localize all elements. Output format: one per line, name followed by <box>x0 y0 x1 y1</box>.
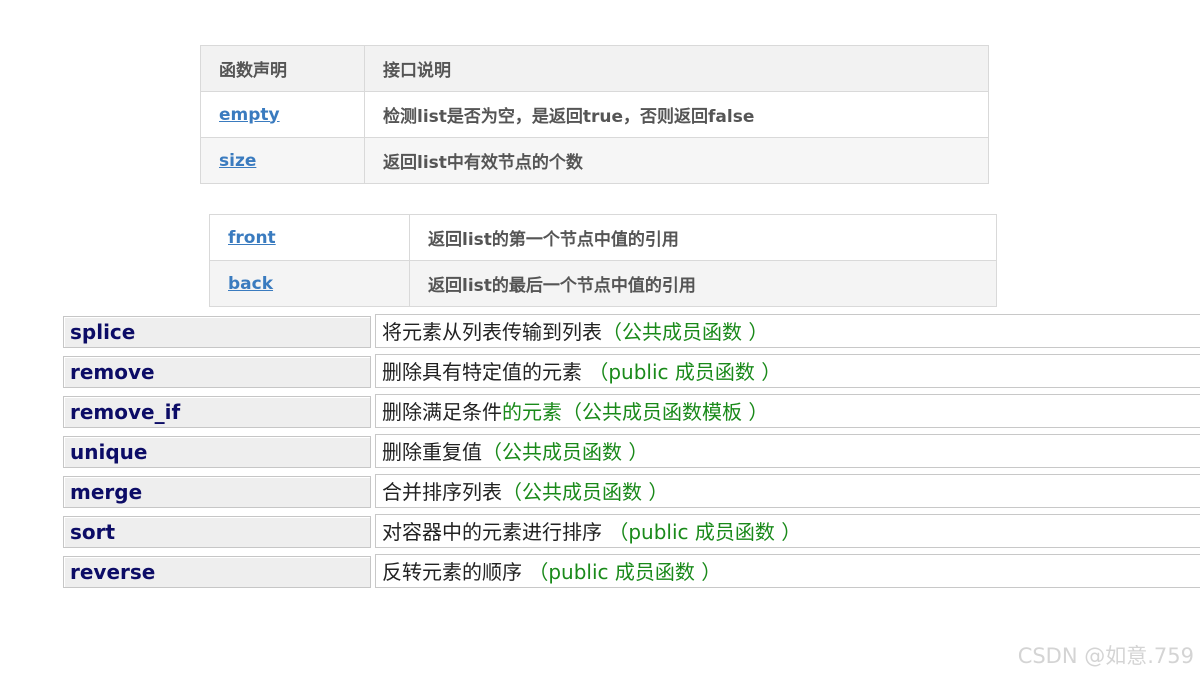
description-text: 将元素从列表传输到列表 <box>382 320 602 344</box>
description-text: 对容器中的元素进行排序 <box>382 520 609 544</box>
function-description: 返回list的最后一个节点中值的引用 <box>409 260 997 307</box>
function-description: 删除重复值（公共成员函数 ） <box>375 434 1200 468</box>
description-text: 合并排序列表 <box>382 480 502 504</box>
function-name-cell: empty <box>200 91 365 138</box>
description-text: 删除具有特定值的元素 <box>382 360 589 384</box>
function-name-merge[interactable]: merge <box>63 476 371 508</box>
function-name-remove-if[interactable]: remove_if <box>63 396 371 428</box>
function-name-sort[interactable]: sort <box>63 516 371 548</box>
table-row: empty 检测list是否为空，是返回true，否则返回false <box>200 91 989 138</box>
list-item: remove_if 删除满足条件的元素（公共成员函数模板 ） <box>63 392 1200 432</box>
list-item: splice 将元素从列表传输到列表（公共成员函数 ） <box>63 312 1200 352</box>
function-name-unique[interactable]: unique <box>63 436 371 468</box>
table-row: back 返回list的最后一个节点中值的引用 <box>209 260 997 307</box>
function-link-size[interactable]: size <box>219 151 256 171</box>
function-name-reverse[interactable]: reverse <box>63 556 371 588</box>
operations-list: splice 将元素从列表传输到列表（公共成员函数 ） remove 删除具有特… <box>63 312 1200 592</box>
table-row: front 返回list的第一个节点中值的引用 <box>209 214 997 261</box>
function-name-remove[interactable]: remove <box>63 356 371 388</box>
list-item: merge 合并排序列表（公共成员函数 ） <box>63 472 1200 512</box>
member-type-note: （public 成员函数 ） <box>588 360 782 384</box>
header-function-declaration: 函数声明 <box>200 45 365 92</box>
list-item: sort 对容器中的元素进行排序 （public 成员函数 ） <box>63 512 1200 552</box>
list-capacity-table: 函数声明 接口说明 empty 检测list是否为空，是返回true，否则返回f… <box>200 45 989 184</box>
function-description: 删除具有特定值的元素 （public 成员函数 ） <box>375 354 1200 388</box>
function-name-cell: back <box>209 260 410 307</box>
function-description: 返回list中有效节点的个数 <box>364 137 989 184</box>
member-type-note: 的元素（公共成员函数模板 ） <box>502 400 769 424</box>
table-header-row: 函数声明 接口说明 <box>200 45 989 92</box>
function-description: 对容器中的元素进行排序 （public 成员函数 ） <box>375 514 1200 548</box>
member-type-note: （公共成员函数 ） <box>502 480 669 504</box>
table-row: size 返回list中有效节点的个数 <box>200 137 989 184</box>
function-link-empty[interactable]: empty <box>219 105 280 125</box>
member-type-note: （public 成员函数 ） <box>608 520 802 544</box>
function-name-splice[interactable]: splice <box>63 316 371 348</box>
function-description: 返回list的第一个节点中值的引用 <box>409 214 997 261</box>
list-item: remove 删除具有特定值的元素 （public 成员函数 ） <box>63 352 1200 392</box>
function-link-front[interactable]: front <box>228 228 276 248</box>
member-type-note: （public 成员函数 ） <box>528 560 722 584</box>
function-description: 删除满足条件的元素（公共成员函数模板 ） <box>375 394 1200 428</box>
list-item: reverse 反转元素的顺序 （public 成员函数 ） <box>63 552 1200 592</box>
function-name-cell: size <box>200 137 365 184</box>
description-text: 反转元素的顺序 <box>382 560 529 584</box>
member-type-note: （公共成员函数 ） <box>482 440 649 464</box>
header-interface-description: 接口说明 <box>364 45 989 92</box>
function-description: 检测list是否为空，是返回true，否则返回false <box>364 91 989 138</box>
list-item: unique 删除重复值（公共成员函数 ） <box>63 432 1200 472</box>
description-text: 删除满足条件 <box>382 400 502 424</box>
function-link-back[interactable]: back <box>228 274 273 294</box>
function-description: 合并排序列表（公共成员函数 ） <box>375 474 1200 508</box>
csdn-watermark: CSDN @如意.759 <box>1017 644 1194 668</box>
function-description: 将元素从列表传输到列表（公共成员函数 ） <box>375 314 1200 348</box>
member-type-note: （公共成员函数 ） <box>602 320 769 344</box>
function-name-cell: front <box>209 214 410 261</box>
element-access-table: front 返回list的第一个节点中值的引用 back 返回list的最后一个… <box>209 214 997 307</box>
function-description: 反转元素的顺序 （public 成员函数 ） <box>375 554 1200 588</box>
description-text: 删除重复值 <box>382 440 482 464</box>
